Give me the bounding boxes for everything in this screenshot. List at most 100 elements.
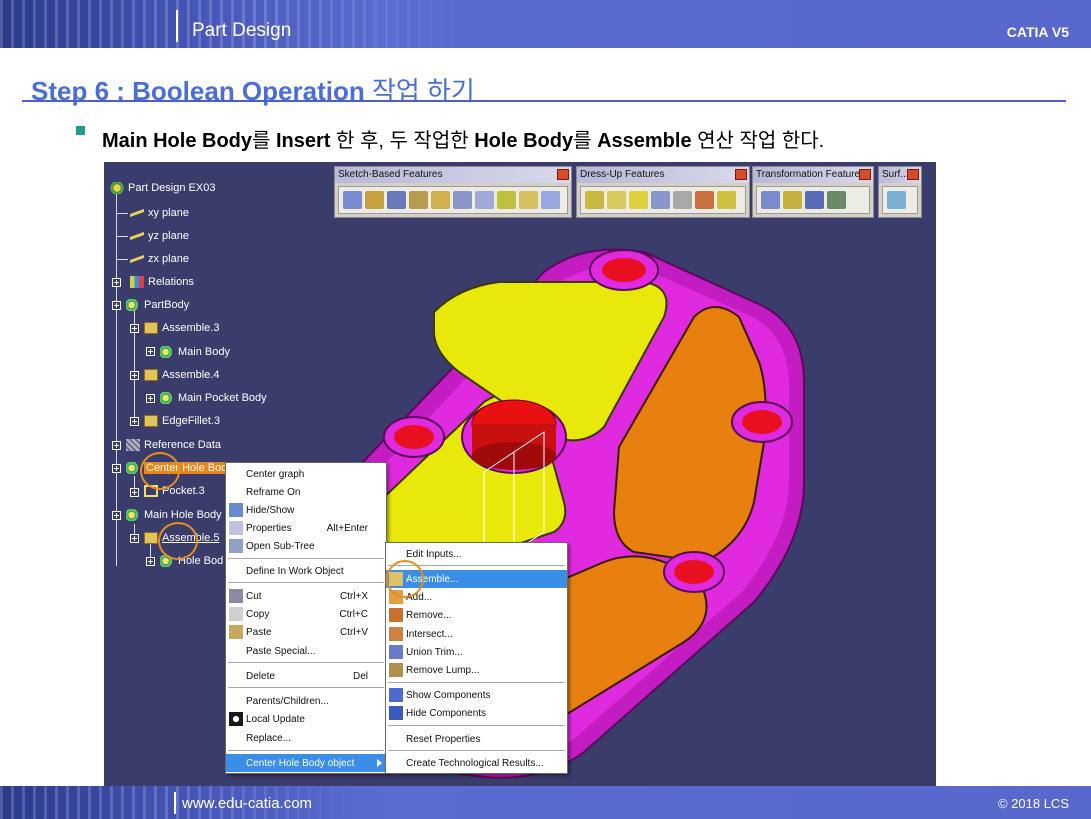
expand-icon[interactable] (112, 278, 121, 287)
expand-icon[interactable] (130, 534, 139, 543)
body-icon (126, 509, 140, 521)
menu-item-edit-inputs[interactable]: Edit Inputs... (386, 545, 567, 563)
toolbar-transformation[interactable]: Transformation Features (752, 166, 874, 218)
draft-icon[interactable] (629, 191, 648, 209)
menu-item-copy[interactable]: Copy Ctrl+C (226, 605, 386, 623)
thread-icon[interactable] (695, 191, 714, 209)
edge-fillet-icon[interactable] (585, 191, 604, 209)
expand-icon[interactable] (146, 347, 155, 356)
menu-item-label: Reframe On (246, 486, 301, 498)
expand-icon[interactable] (112, 301, 121, 310)
scale-icon[interactable] (827, 191, 846, 209)
footer-url[interactable]: www.edu-catia.com (182, 795, 312, 812)
tree-line (116, 259, 128, 260)
menu-item-replace[interactable]: Replace... (226, 729, 386, 747)
menu-item-paste-special[interactable]: Paste Special... (226, 642, 386, 660)
expand-icon[interactable] (112, 464, 121, 473)
expand-icon[interactable] (146, 557, 155, 566)
groove-icon[interactable] (409, 191, 428, 209)
menu-item-properties[interactable]: Properties Alt+Enter (226, 519, 386, 537)
menu-item-cut[interactable]: Cut Ctrl+X (226, 587, 386, 605)
body-icon (126, 299, 140, 311)
menu-item-reframe-on[interactable]: Reframe On (226, 483, 386, 501)
toolbar-icons (882, 186, 918, 214)
tree-node-main-body[interactable]: Main Body (160, 346, 230, 358)
tree-line (116, 213, 128, 214)
menu-item-create-tech-results[interactable]: Create Technological Results... (386, 754, 567, 772)
tree-node-relations[interactable]: Relations (130, 276, 194, 288)
catia-viewport[interactable]: Sketch-Based Features Dress-Up Features (104, 162, 936, 786)
highlight-circle (158, 522, 198, 560)
tree-node-partbody[interactable]: PartBody (126, 299, 189, 311)
menu-item-parents-children[interactable]: Parents/Children... (226, 692, 386, 710)
menu-item-remove[interactable]: Remove... (386, 606, 567, 624)
hole-icon[interactable] (431, 191, 450, 209)
expand-icon[interactable] (130, 324, 139, 333)
surface-icon[interactable] (887, 191, 906, 209)
part-icon (110, 182, 124, 194)
close-icon[interactable] (859, 169, 871, 180)
tree-node-yz-plane[interactable]: yz plane (130, 230, 189, 242)
tree-node-zx-plane[interactable]: zx plane (130, 253, 189, 265)
menu-item-label: Center graph (246, 468, 305, 480)
bullet-part: Hole Body (474, 130, 574, 152)
remove-face-icon[interactable] (717, 191, 736, 209)
tree-node-main-pocket-body[interactable]: Main Pocket Body (160, 392, 267, 404)
menu-item-local-update[interactable]: Local Update (226, 710, 386, 728)
shell-icon[interactable] (651, 191, 670, 209)
menu-item-reset-properties[interactable]: Reset Properties (386, 730, 567, 748)
translate-icon[interactable] (761, 191, 780, 209)
menu-item-delete[interactable]: Delete Del (226, 667, 386, 685)
expand-icon[interactable] (130, 417, 139, 426)
tree-node-root[interactable]: Part Design EX03 (110, 182, 215, 194)
close-icon[interactable] (907, 169, 919, 180)
menu-item-paste[interactable]: Paste Ctrl+V (226, 623, 386, 641)
tree-node-edgefillet[interactable]: EdgeFillet.3 (144, 415, 220, 427)
slot-icon[interactable] (475, 191, 494, 209)
tree-node-label: xy plane (148, 207, 189, 219)
menu-item-hide-show[interactable]: Hide/Show (226, 501, 386, 519)
toolbar-surface[interactable]: Surf... (878, 166, 922, 218)
menu-item-hide-components[interactable]: Hide Components (386, 704, 567, 722)
chamfer-icon[interactable] (607, 191, 626, 209)
menu-item-remove-lump[interactable]: Remove Lump... (386, 661, 567, 679)
tree-node-label: Main Hole Body (144, 509, 222, 521)
menu-item-show-components[interactable]: Show Components (386, 686, 567, 704)
tree-node-label: yz plane (148, 230, 189, 242)
menu-item-shortcut: Del (352, 670, 368, 682)
context-menu[interactable]: Center graph Reframe On Hide/Show Proper… (225, 462, 387, 774)
assemble-icon (144, 532, 158, 544)
expand-icon[interactable] (112, 511, 121, 520)
expand-icon[interactable] (130, 488, 139, 497)
menu-item-label: Copy (246, 608, 270, 620)
hide-show-icon (229, 503, 243, 517)
remove-loft-icon[interactable] (541, 191, 560, 209)
expand-icon[interactable] (130, 371, 139, 380)
tree-node-reference-data[interactable]: Reference Data (126, 439, 221, 451)
rib-icon[interactable] (453, 191, 472, 209)
expand-icon[interactable] (112, 441, 121, 450)
tree-node-assemble4[interactable]: Assemble.4 (144, 369, 219, 381)
thickness-icon[interactable] (673, 191, 692, 209)
mirror-icon[interactable] (783, 191, 802, 209)
tree-node-xy-plane[interactable]: xy plane (130, 207, 189, 219)
expand-icon[interactable] (146, 394, 155, 403)
tree-node-assemble3[interactable]: Assemble.3 (144, 322, 219, 334)
footer-separator (174, 792, 176, 814)
menu-item-object-submenu[interactable]: Center Hole Body object (226, 754, 386, 772)
loft-icon[interactable] (519, 191, 538, 209)
menu-item-open-subtree[interactable]: Open Sub-Tree (226, 537, 386, 555)
tree-node-main-hole-body[interactable]: Main Hole Body (126, 509, 222, 521)
toolbar-title: Transformation Features (756, 169, 866, 180)
menu-item-define-work-object[interactable]: Define In Work Object (226, 562, 386, 580)
stiffener-icon[interactable] (497, 191, 516, 209)
menu-item-intersect[interactable]: Intersect... (386, 625, 567, 643)
menu-item-label: Center Hole Body object (246, 757, 355, 769)
pattern-icon[interactable] (805, 191, 824, 209)
close-icon[interactable] (557, 169, 569, 180)
menu-item-center-graph[interactable]: Center graph (226, 465, 386, 483)
toolbar-dress-up[interactable]: Dress-Up Features (576, 166, 750, 218)
close-icon[interactable] (735, 169, 747, 180)
fillet-icon (144, 415, 158, 427)
menu-item-union-trim[interactable]: Union Trim... (386, 643, 567, 661)
